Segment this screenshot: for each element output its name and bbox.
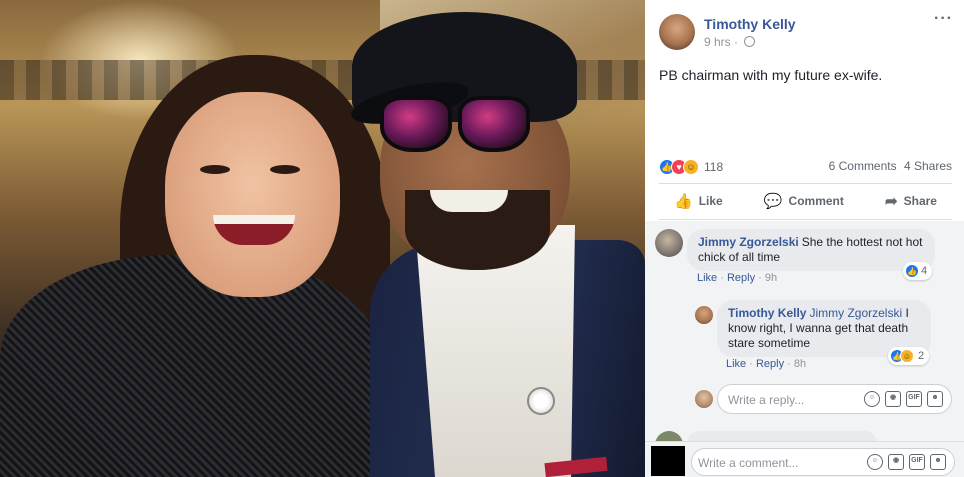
thumbs-up-icon: 👍 (674, 193, 693, 210)
comment-reply-link[interactable]: Reply (756, 358, 784, 370)
comment-composer: Write a comment... ☺ ◉ GIF ☻ (645, 441, 964, 477)
post-meta: 9 hrs · (704, 35, 756, 49)
share-button[interactable]: ➦ Share (870, 188, 952, 214)
author-name[interactable]: Timothy Kelly (704, 16, 796, 32)
viewer-avatar (695, 390, 713, 408)
comment-text-line-1: I (905, 306, 909, 320)
commenter-avatar[interactable] (695, 306, 713, 324)
post-time[interactable]: 9 hrs (704, 35, 731, 49)
comment-time[interactable]: 9h (765, 272, 777, 284)
comment-bubble-icon: 💬 (763, 193, 783, 210)
shares-count[interactable]: 4 Shares (904, 159, 952, 173)
right-lens (458, 96, 530, 152)
emoji-icon[interactable]: ☺ (864, 391, 880, 407)
haha-icon: ☺ (900, 349, 914, 363)
reply-tools: ☺ ◉ GIF ☻ (864, 391, 943, 407)
comment-button[interactable]: 💬 Comment (749, 188, 859, 214)
more-options-icon[interactable]: ··· (934, 10, 953, 28)
commenter-avatar[interactable] (655, 431, 683, 441)
globe-icon[interactable] (744, 36, 756, 47)
man-smile (430, 190, 508, 212)
woman-face (165, 92, 340, 297)
comments-section: Jimmy Zgorzelski She the hottest not hot … (645, 221, 964, 441)
comment-reactions[interactable]: 👍 4 (903, 262, 933, 280)
comment-actions: Like · Reply · 8h (726, 358, 807, 370)
comment-text-line-1: She the hottest not hot (801, 235, 923, 249)
woman-sequin-dress (0, 255, 380, 477)
commenter-avatar[interactable] (655, 229, 683, 257)
comment-like-link[interactable]: Like (697, 272, 717, 284)
reply-placeholder: Write a reply... (728, 393, 805, 407)
comment-placeholder: Write a comment... (698, 456, 799, 470)
sticker-icon[interactable]: ☻ (927, 391, 943, 407)
comment-mention[interactable]: Jimmy Zgorzelski (809, 306, 902, 320)
camera-icon[interactable]: ◉ (885, 391, 901, 407)
comment-tools: ☺ ◉ GIF ☻ (867, 454, 946, 470)
viewer-avatar (651, 446, 685, 476)
post-text: PB chairman with my future ex-wife. (659, 67, 883, 83)
emoji-icon[interactable]: ☺ (867, 454, 883, 470)
post-panel: Timothy Kelly 9 hrs · ··· PB chairman wi… (645, 0, 964, 477)
post-stats: 6 Comments 4 Shares (825, 159, 952, 173)
woman-left-eye (200, 165, 230, 174)
comment-text-line-3: stare sometime (728, 336, 811, 350)
sticker-icon[interactable]: ☻ (930, 454, 946, 470)
like-button-label: Like (698, 194, 723, 208)
left-lens (380, 96, 452, 152)
comment-reactions[interactable]: 👍 ☺ 2 (888, 347, 930, 365)
reaction-summary[interactable]: 👍 ♥ ☺ 118 (659, 158, 723, 176)
gif-icon[interactable]: GIF (906, 391, 922, 407)
like-button[interactable]: 👍 Like (659, 188, 738, 214)
comment-text-line-2: chick of all time (698, 250, 781, 264)
woman-right-eye (270, 165, 300, 174)
haha-icon: ☺ (683, 159, 699, 175)
comment-input[interactable]: Write a comment... ☺ ◉ GIF ☻ (691, 448, 955, 476)
comment-author[interactable]: Timothy Kelly (728, 306, 806, 320)
comment-reaction-count: 4 (921, 265, 928, 277)
camera-icon[interactable]: ◉ (888, 454, 904, 470)
share-button-label: Share (903, 194, 937, 208)
gif-icon[interactable]: GIF (909, 454, 925, 470)
comment-reaction-count: 2 (918, 350, 925, 362)
like-icon: 👍 (905, 264, 919, 278)
comments-count[interactable]: 6 Comments (829, 159, 897, 173)
comment-bubble: Jimmy Zgorzelski She the hottest not hot … (687, 229, 935, 271)
reply-input[interactable]: Write a reply... ☺ ◉ GIF ☻ (717, 384, 952, 414)
meta-separator: · (734, 35, 739, 49)
post-photo[interactable] (0, 0, 645, 477)
comment-time[interactable]: 8h (794, 358, 806, 370)
comment-author[interactable]: Jimmy Zgorzelski (698, 235, 799, 249)
post-actions: 👍 Like 💬 Comment ➦ Share (659, 188, 952, 214)
comment-actions: Like · Reply · 9h (697, 272, 778, 284)
comment-button-label: Comment (788, 194, 844, 208)
author-avatar[interactable] (659, 14, 695, 50)
reaction-count: 118 (704, 160, 724, 174)
comment-reply-link[interactable]: Reply (727, 272, 755, 284)
comment-like-link[interactable]: Like (726, 358, 746, 370)
divider (659, 219, 952, 220)
share-arrow-icon: ➦ (885, 193, 898, 210)
comment-bubble (687, 431, 877, 441)
man-sunglasses (376, 96, 536, 156)
lapel-pin (527, 387, 555, 415)
comment-text-line-2: know right, I wanna get that death (728, 321, 909, 335)
divider (659, 183, 952, 184)
